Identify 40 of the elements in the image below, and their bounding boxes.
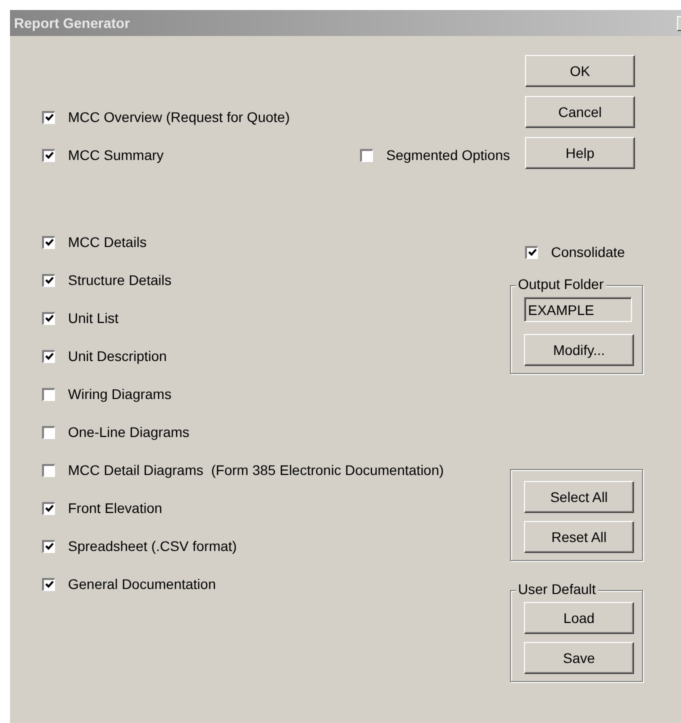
dialog-button[interactable]: OK bbox=[525, 55, 635, 87]
group-label: User Default bbox=[516, 581, 598, 597]
checkbox-label: Unit List bbox=[68, 310, 119, 326]
checkbox-label: Spreadsheet (.CSV format) bbox=[68, 538, 237, 554]
checkbox-label: Front Elevation bbox=[68, 500, 162, 516]
checkbox-label: Consolidate bbox=[551, 244, 625, 260]
checkbox-label: Structure Details bbox=[68, 272, 172, 288]
checkbox[interactable] bbox=[42, 578, 55, 590]
checkbox-label: Wiring Diagrams bbox=[68, 386, 172, 402]
checkbox-label: MCC Summary bbox=[68, 147, 164, 163]
checkbox[interactable] bbox=[42, 350, 55, 362]
checkbox-label: One-Line Diagrams bbox=[68, 424, 190, 440]
default-button[interactable]: Save bbox=[524, 642, 634, 674]
window-title: Report Generator bbox=[14, 15, 130, 31]
checkbox-label: MCC Details bbox=[68, 234, 147, 250]
checkbox[interactable] bbox=[525, 246, 538, 258]
dialog-button[interactable]: Help bbox=[525, 137, 635, 169]
checkbox[interactable] bbox=[42, 274, 55, 286]
checkbox[interactable] bbox=[42, 426, 55, 438]
default-button[interactable]: Load bbox=[524, 602, 634, 634]
modify-button[interactable]: Modify... bbox=[524, 334, 634, 366]
checkbox[interactable] bbox=[42, 236, 55, 248]
checkbox[interactable] bbox=[42, 464, 55, 476]
checkbox[interactable] bbox=[360, 148, 374, 162]
checkbox-label: MCC Overview (Request for Quote) bbox=[68, 109, 290, 125]
checkbox[interactable] bbox=[42, 110, 55, 124]
checkbox-label: Unit Description bbox=[68, 348, 167, 364]
selection-button[interactable]: Reset All bbox=[524, 521, 634, 553]
checkbox[interactable] bbox=[42, 502, 55, 514]
checkbox[interactable] bbox=[42, 312, 55, 324]
checkbox[interactable] bbox=[42, 388, 55, 400]
dialog-button[interactable]: Cancel bbox=[525, 96, 635, 128]
group-label: Output Folder bbox=[516, 276, 606, 292]
folder-field[interactable]: EXAMPLE bbox=[524, 297, 632, 322]
checkbox-label: General Documentation bbox=[68, 576, 216, 592]
checkbox[interactable] bbox=[42, 540, 55, 552]
selection-button[interactable]: Select All bbox=[524, 481, 634, 513]
checkbox[interactable] bbox=[42, 148, 55, 162]
checkbox-label: Segmented Options bbox=[386, 147, 510, 163]
checkbox-label: MCC Detail Diagrams (Form 385 Electronic Documentation) bbox=[68, 462, 444, 478]
